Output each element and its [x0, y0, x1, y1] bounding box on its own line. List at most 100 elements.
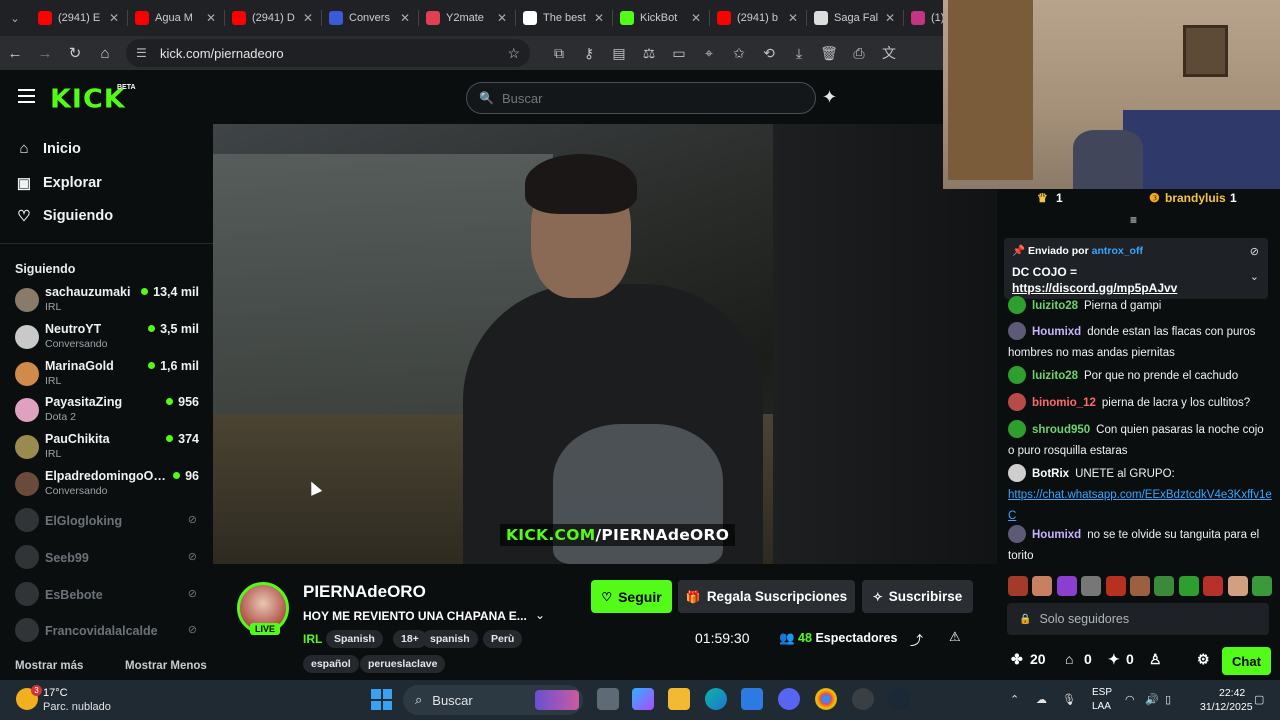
filter-icon[interactable]: ≡ — [1130, 213, 1137, 227]
menu-icon[interactable] — [18, 89, 35, 103]
clock-time[interactable]: 22:42 — [1219, 687, 1245, 699]
sparkle-icon[interactable]: ✦ — [822, 87, 837, 108]
notifications-icon[interactable]: ▢ — [1254, 693, 1264, 706]
chat-username[interactable]: BotRix — [1032, 468, 1069, 480]
weather-temperature[interactable]: 17°C — [43, 687, 68, 699]
following-channel-offline[interactable]: Francovidalalcalde ⊘ — [15, 614, 201, 648]
store-icon[interactable] — [741, 688, 763, 710]
user-icon[interactable]: ♙ — [1149, 651, 1162, 668]
clock-date[interactable]: 31/12/2025 — [1200, 701, 1253, 713]
close-icon[interactable]: ✕ — [885, 11, 895, 25]
reload-icon[interactable]: ↻ — [60, 38, 90, 68]
browser-tab[interactable]: The best ✕ — [515, 0, 612, 36]
stream-tag[interactable]: Perù — [483, 630, 523, 648]
chat-username[interactable]: Houmixd — [1032, 529, 1081, 541]
history-icon[interactable]: ⟲ — [754, 38, 784, 68]
following-channel-offline[interactable]: EsBebote ⊘ — [15, 578, 201, 612]
edge-icon[interactable] — [705, 688, 727, 710]
hide-pin-icon[interactable]: ⊘ — [1250, 245, 1259, 258]
pinned-author[interactable]: antrox_off — [1092, 245, 1143, 257]
extensions-icon[interactable]: ⧉ — [544, 38, 574, 68]
category-link[interactable]: IRL — [303, 632, 322, 646]
url-text[interactable]: kick.com/piernadeoro — [160, 46, 507, 61]
onedrive-icon[interactable]: ☁ — [1036, 693, 1047, 706]
stream-tag[interactable]: spanish — [422, 630, 478, 648]
favorites-icon[interactable]: ✩ — [724, 38, 754, 68]
close-icon[interactable]: ✕ — [303, 11, 313, 25]
print-icon[interactable]: ⎙ — [844, 38, 874, 68]
emote-icon[interactable] — [1227, 576, 1248, 596]
emote-icon[interactable] — [1178, 576, 1199, 596]
show-more-link[interactable]: Mostrar más — [15, 660, 83, 672]
browser-tab[interactable]: (2941) E ✕ — [30, 0, 127, 36]
emote-icon[interactable] — [1105, 576, 1126, 596]
bookmark-star-icon[interactable]: ☆ — [507, 45, 520, 62]
browser-tab[interactable]: KickBot ✕ — [612, 0, 709, 36]
trash-icon[interactable]: 🗑 — [814, 38, 844, 68]
download-icon[interactable]: ⤓ — [784, 38, 814, 68]
browser-tab[interactable]: Saga Fal ✕ — [806, 0, 903, 36]
report-icon[interactable]: ⚠ — [949, 629, 961, 645]
emote-icon[interactable] — [1008, 576, 1028, 596]
nav-explore[interactable]: ▣ Explorar — [15, 174, 102, 192]
close-icon[interactable]: ✕ — [691, 11, 701, 25]
gift-icon[interactable]: ⌂ — [1065, 651, 1073, 667]
stream-tag[interactable]: perueslaclave — [360, 655, 446, 673]
back-icon[interactable]: ← — [0, 38, 30, 68]
emote-icon[interactable] — [1203, 576, 1224, 596]
subscribe-button[interactable]: ✧ Suscribirse — [862, 580, 973, 613]
reading-list-icon[interactable]: ▤ — [604, 38, 634, 68]
close-icon[interactable]: ✕ — [497, 11, 507, 25]
following-channel[interactable]: PauChikita IRL 374 — [15, 431, 201, 465]
chrome-icon[interactable] — [815, 688, 837, 710]
following-channel[interactable]: MarinaGold IRL 1,6 mil — [15, 358, 201, 392]
video-player[interactable]: KICK.COM/PIERNAdeORO — [213, 124, 997, 564]
following-channel[interactable]: ElpadredomingoOfi... Conversando 96 — [15, 468, 201, 502]
browser-tab[interactable]: Y2mate ✕ — [418, 0, 515, 36]
microphone-icon[interactable]: 🎙 — [1062, 693, 1076, 706]
kick-logo[interactable]: KICK — [50, 85, 126, 114]
browser-tab[interactable]: Convers ✕ — [321, 0, 418, 36]
chat-username[interactable]: shroud950 — [1032, 424, 1090, 436]
browser-tab[interactable]: Agua M ✕ — [127, 0, 224, 36]
gift-subs-button[interactable]: 🎁 Regala Suscripciones — [678, 580, 855, 613]
close-icon[interactable]: ✕ — [594, 11, 604, 25]
share-icon[interactable]: ⤴ — [910, 630, 923, 649]
steam-icon[interactable] — [888, 688, 910, 710]
discord-icon[interactable] — [778, 688, 800, 710]
emote-icon[interactable] — [1129, 576, 1150, 596]
settings-icon[interactable]: ⚙ — [1197, 651, 1210, 668]
copilot-icon[interactable] — [632, 688, 654, 710]
streamer-name[interactable]: PIERNAdeORO — [303, 582, 426, 602]
following-channel-offline[interactable]: Seeb99 ⊘ — [15, 541, 201, 575]
sub-icon[interactable]: ✦ — [1108, 651, 1120, 668]
send-chat-button[interactable]: Chat — [1222, 647, 1271, 675]
chat-username[interactable]: Houmixd — [1032, 326, 1081, 338]
volume-icon[interactable]: 🔊 — [1145, 693, 1159, 706]
home-icon[interactable]: ⌂ — [90, 38, 120, 68]
top-user-name[interactable]: brandyluis — [1165, 191, 1226, 205]
close-icon[interactable]: ✕ — [109, 11, 119, 25]
taskbar-search[interactable]: ⌕ Buscar — [403, 685, 583, 715]
close-icon[interactable]: ✕ — [788, 11, 798, 25]
stream-tag[interactable]: español — [303, 655, 359, 673]
chat-username[interactable]: binomio_12 — [1032, 397, 1096, 409]
emote-icon[interactable] — [1032, 576, 1053, 596]
browser-tab[interactable]: (2941) b ✕ — [709, 0, 806, 36]
location-icon[interactable]: ⌖ — [694, 38, 724, 68]
close-icon[interactable]: ✕ — [206, 11, 216, 25]
file-explorer-icon[interactable] — [668, 688, 690, 710]
card-icon[interactable]: ▭ — [664, 38, 694, 68]
chat-username[interactable]: luizito28 — [1032, 300, 1078, 312]
search-input[interactable] — [501, 90, 802, 106]
password-key-icon[interactable]: ⚷ — [574, 38, 604, 68]
show-less-link[interactable]: Mostrar Menos — [125, 660, 207, 672]
emote-icon[interactable] — [1081, 576, 1102, 596]
chat-username[interactable]: luizito28 — [1032, 370, 1078, 382]
browser-tab[interactable]: (2941) D ✕ — [224, 0, 321, 36]
close-icon[interactable]: ✕ — [400, 11, 410, 25]
weather-description[interactable]: Parc. nublado — [43, 701, 111, 713]
wifi-icon[interactable]: ◠ — [1125, 693, 1135, 706]
emote-icon[interactable] — [1251, 576, 1272, 596]
chat-input[interactable]: 🔒 Solo seguidores — [1007, 603, 1269, 635]
